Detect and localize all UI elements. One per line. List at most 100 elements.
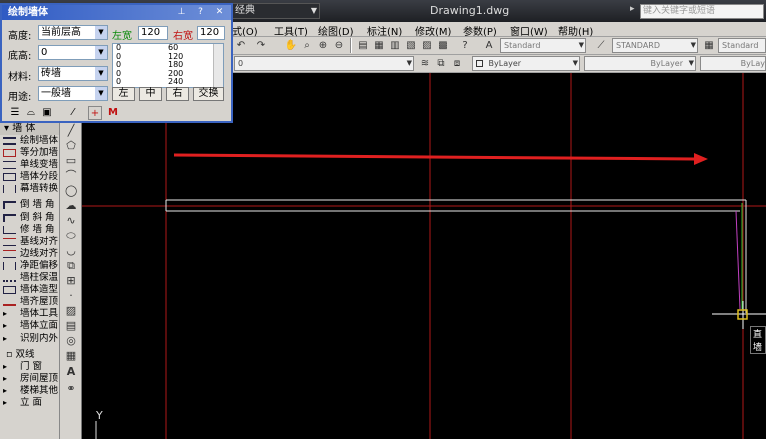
- material-select[interactable]: 砖墙 ▼: [38, 66, 108, 81]
- gradient-icon[interactable]: ▤: [65, 320, 77, 332]
- menu-dimension[interactable]: 标注(N): [367, 23, 402, 38]
- markup-icon[interactable]: ▨: [420, 39, 434, 53]
- palette-item-wall-to-roof[interactable]: 墙齐屋顶: [0, 296, 59, 308]
- align-left-button[interactable]: 左: [112, 87, 135, 101]
- straight-wall-icon[interactable]: ☰: [8, 106, 22, 120]
- menu-window[interactable]: 窗口(W): [510, 23, 548, 38]
- swap-button[interactable]: 交换: [193, 87, 224, 101]
- color-select[interactable]: ByLayer ▼: [472, 56, 580, 71]
- menu-draw[interactable]: 绘图(D): [318, 23, 354, 38]
- ellipse-arc-icon[interactable]: ◡: [65, 245, 77, 257]
- ellipse-icon[interactable]: ⬭: [65, 230, 77, 242]
- drawing-canvas[interactable]: [82, 73, 766, 439]
- modeless-toggle[interactable]: M: [106, 106, 120, 120]
- help-icon[interactable]: ?: [195, 7, 206, 18]
- text-style-select[interactable]: Standard ▼: [500, 38, 586, 53]
- palette-item-wall-elevation[interactable]: ▸ 墙体立面: [0, 320, 59, 332]
- palette-item-insulation[interactable]: 墙柱保温: [0, 272, 59, 284]
- menu-format[interactable]: 式(O): [232, 23, 258, 38]
- workspace-select[interactable]: 经典 ▼: [232, 3, 320, 19]
- zoom-previous-icon[interactable]: ⊖: [332, 39, 346, 53]
- palette-item-edge-align[interactable]: 边线对齐: [0, 248, 59, 260]
- dim-style-select[interactable]: STANDARD ▼: [612, 38, 698, 53]
- usage-select[interactable]: 一般墙 ▼: [38, 86, 108, 101]
- arc-icon[interactable]: ⌒: [65, 170, 77, 182]
- palette-item-wall-tools[interactable]: ▸ 墙体工具: [0, 308, 59, 320]
- table-icon[interactable]: ▦: [65, 350, 77, 362]
- lineweight-select[interactable]: ByLay: [700, 56, 766, 71]
- palette-item-fix-corner[interactable]: 修 墙 角: [0, 224, 59, 236]
- layer-select[interactable]: 0 ▼: [234, 56, 414, 71]
- dim-style-icon[interactable]: ⟋: [594, 39, 608, 53]
- palette-item-doors-windows[interactable]: ▸ 门 窗: [0, 361, 59, 373]
- polygon-icon[interactable]: ⬠: [65, 140, 77, 152]
- palette-item-split-wall[interactable]: 墙体分段: [0, 171, 59, 183]
- design-center-icon[interactable]: ▦: [372, 39, 386, 53]
- calculator-icon[interactable]: ▩: [436, 39, 450, 53]
- line-icon[interactable]: ╱: [65, 125, 77, 137]
- palette-item-offset[interactable]: 净距偏移: [0, 260, 59, 272]
- mtext-icon[interactable]: A: [65, 366, 77, 378]
- base-select[interactable]: 0 ▼: [38, 45, 108, 60]
- palette-item-fillet-wall[interactable]: 倒 墙 角: [0, 199, 59, 211]
- palette-item-divide-wall[interactable]: 等分加墙: [0, 147, 59, 159]
- spline-icon[interactable]: ∿: [65, 215, 77, 227]
- palette-item-line-to-wall[interactable]: 单线变墙: [0, 159, 59, 171]
- menu-modify[interactable]: 修改(M): [415, 23, 451, 38]
- palette-item-identify-inout[interactable]: ▸ 识别内外: [0, 333, 59, 345]
- pan-icon[interactable]: ✋: [284, 39, 298, 53]
- make-current-icon[interactable]: ⧉: [434, 57, 448, 71]
- layer-states-icon[interactable]: ≋: [418, 57, 432, 71]
- height-select[interactable]: 当前层高 ▼: [38, 25, 108, 40]
- zoom-window-icon[interactable]: ⊕: [316, 39, 330, 53]
- palette-item-chamfer-wall[interactable]: 倒 斜 角: [0, 212, 59, 224]
- palette-item-room-roof[interactable]: ▸ 房间屋顶: [0, 373, 59, 385]
- hatch-icon[interactable]: ▨: [65, 305, 77, 317]
- palette-item-wall-shape[interactable]: 墙体造型: [0, 284, 59, 296]
- search-expand-icon[interactable]: ▸: [630, 4, 635, 14]
- pin-icon[interactable]: ⊥: [176, 7, 187, 18]
- palette-item-baseline-align[interactable]: 基线对齐: [0, 236, 59, 248]
- point-icon[interactable]: ·: [65, 290, 77, 302]
- region-icon[interactable]: ◎: [65, 335, 77, 347]
- undo-icon[interactable]: ↶: [234, 39, 248, 53]
- properties-icon[interactable]: ▤: [356, 39, 370, 53]
- add-selected-icon[interactable]: ⚭: [65, 383, 77, 395]
- make-block-icon[interactable]: ⊞: [65, 275, 77, 287]
- menu-parametric[interactable]: 参数(P): [463, 23, 497, 38]
- menu-help[interactable]: 帮助(H): [558, 23, 593, 38]
- palette-item-draw-wall[interactable]: 绘制墙体: [0, 135, 59, 147]
- table-style-icon[interactable]: ▦: [702, 39, 716, 53]
- circle-icon[interactable]: ◯: [65, 185, 77, 197]
- align-right-button[interactable]: 右: [166, 87, 189, 101]
- close-icon[interactable]: ✕: [214, 7, 225, 18]
- palette-item-stairs-other[interactable]: ▸ 楼梯其他: [0, 385, 59, 397]
- insert-block-icon[interactable]: ⧉: [65, 260, 77, 272]
- palette-header-wall[interactable]: ▾ 墙 体: [0, 123, 59, 135]
- help-icon[interactable]: ?: [458, 39, 472, 53]
- text-style-icon[interactable]: A: [482, 39, 496, 53]
- left-width-input[interactable]: 120: [138, 26, 168, 40]
- snap-cross-icon[interactable]: +: [88, 106, 102, 120]
- palette-item-elevation[interactable]: ▸ 立 面: [0, 397, 59, 409]
- sheet-set-icon[interactable]: ▧: [404, 39, 418, 53]
- revcloud-icon[interactable]: ☁: [65, 200, 77, 212]
- list-item[interactable]: 0 240: [113, 78, 223, 87]
- right-width-input[interactable]: 120: [197, 26, 225, 40]
- rect-wall-icon[interactable]: ▣: [40, 106, 54, 120]
- linetype-select[interactable]: ByLayer ▼: [584, 56, 696, 71]
- eyedropper-icon[interactable]: ⁄: [66, 106, 80, 120]
- zoom-realtime-icon[interactable]: ⌕: [300, 39, 314, 53]
- table-style-select[interactable]: Standard: [718, 38, 766, 53]
- width-list[interactable]: 0 60 0 120 0 180 0 200 0 240: [112, 43, 224, 88]
- align-center-button[interactable]: 中: [139, 87, 162, 101]
- layer-previous-icon[interactable]: ⧈: [450, 57, 464, 71]
- tool-palettes-icon[interactable]: ▥: [388, 39, 402, 53]
- menu-tools[interactable]: 工具(T): [274, 23, 308, 38]
- palette-item-curtain-wall[interactable]: 幕墙转换: [0, 183, 59, 195]
- rectangle-icon[interactable]: ▭: [65, 155, 77, 167]
- redo-icon[interactable]: ↷: [254, 39, 268, 53]
- palette-item-double-line[interactable]: ▫ 双线: [0, 349, 59, 361]
- list-scrollbar[interactable]: [213, 44, 223, 87]
- search-input[interactable]: 键入关键字或短语: [640, 4, 764, 19]
